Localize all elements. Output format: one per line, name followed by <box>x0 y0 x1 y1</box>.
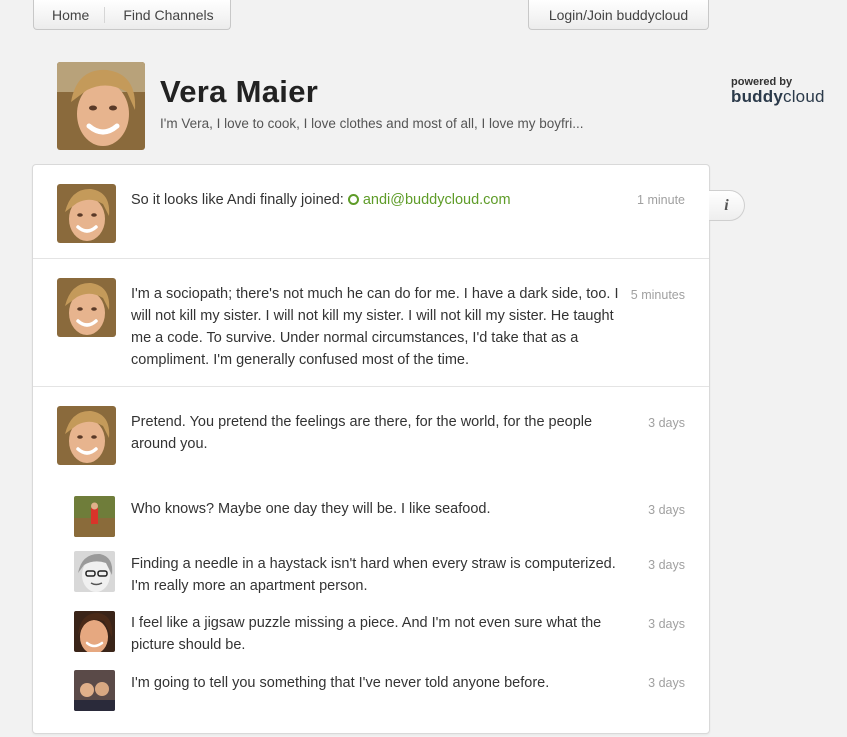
nav-bar: Home Find Channels <box>33 0 231 30</box>
post-text-body: So it looks like Andi finally joined: <box>131 192 348 208</box>
reply-timestamp[interactable]: 3 days <box>648 617 685 631</box>
reply-timestamp[interactable]: 3 days <box>648 503 685 517</box>
post-text: I'm a sociopath; there's not much he can… <box>131 286 619 368</box>
post-timestamp[interactable]: 5 minutes <box>631 288 685 302</box>
profile-name: Vera Maier <box>160 74 319 109</box>
mention-text: andi@buddycloud.com <box>362 192 511 208</box>
reply-avatar[interactable] <box>74 551 115 592</box>
logo-bold: buddy <box>731 87 783 106</box>
post-item: I'm a sociopath; there's not much he can… <box>33 259 709 386</box>
post-avatar[interactable] <box>57 184 116 243</box>
reply-text: I feel like a jigsaw puzzle missing a pi… <box>131 615 602 653</box>
post-text: So it looks like Andi finally joined: an… <box>131 189 621 211</box>
post-avatar[interactable] <box>57 406 116 465</box>
mention-link[interactable]: andi@buddycloud.com <box>347 192 511 208</box>
profile-bio: I'm Vera, I love to cook, I love clothes… <box>160 116 584 131</box>
reply-timestamp[interactable]: 3 days <box>648 676 685 690</box>
post-avatar[interactable] <box>57 278 116 337</box>
post-timestamp[interactable]: 1 minute <box>637 193 685 207</box>
channel-dot-icon <box>347 193 359 205</box>
post-stream: So it looks like Andi finally joined: an… <box>32 164 710 734</box>
login-join-button[interactable]: Login/Join buddycloud <box>528 0 709 30</box>
reply-avatar[interactable] <box>74 496 115 537</box>
reply-text: I'm going to tell you something that I'v… <box>131 675 550 691</box>
powered-by-logo[interactable]: powered by buddycloud <box>731 76 825 106</box>
profile-avatar[interactable] <box>57 62 145 150</box>
reply-avatar[interactable] <box>74 611 115 652</box>
post-timestamp[interactable]: 3 days <box>648 416 685 430</box>
nav-home-link[interactable]: Home <box>34 6 106 23</box>
post-item: So it looks like Andi finally joined: an… <box>33 165 709 258</box>
post-text: Pretend. You pretend the feelings are th… <box>131 414 593 452</box>
info-icon: i <box>724 196 729 214</box>
post-item: Pretend. You pretend the feelings are th… <box>33 387 709 737</box>
reply-text: Who knows? Maybe one day they will be. I… <box>131 501 491 517</box>
reply-timestamp[interactable]: 3 days <box>648 558 685 572</box>
buddycloud-logo: buddycloud <box>731 88 825 106</box>
nav-find-channels-link[interactable]: Find Channels <box>105 7 213 23</box>
reply-avatar[interactable] <box>74 670 115 711</box>
reply-text: Finding a needle in a haystack isn't har… <box>131 556 616 594</box>
info-tab-button[interactable]: i <box>709 190 745 221</box>
logo-light: cloud <box>783 87 825 106</box>
